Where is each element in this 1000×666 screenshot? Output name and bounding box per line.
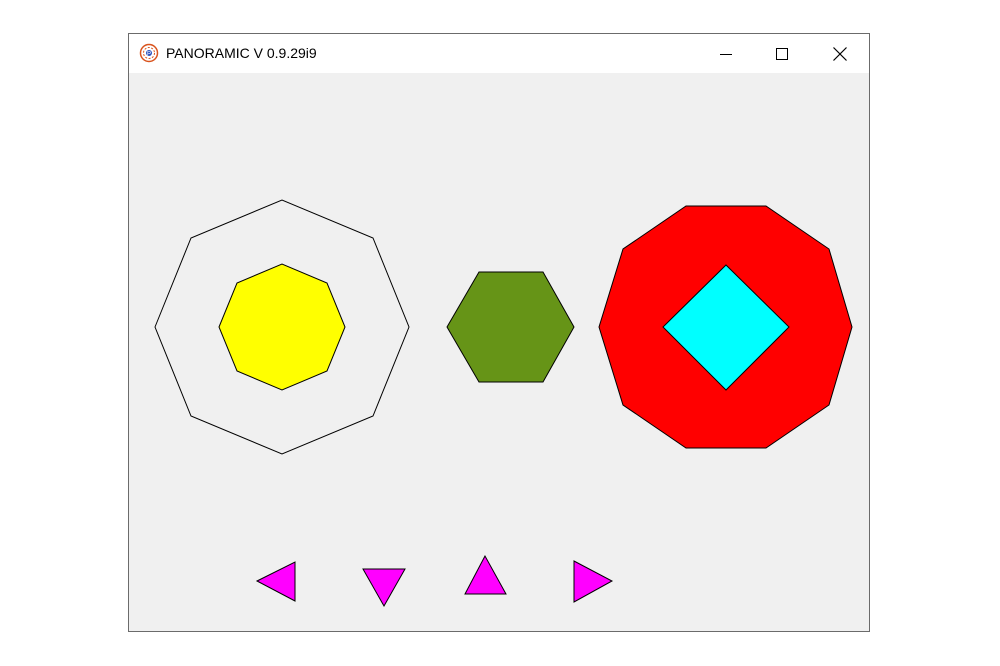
minimize-icon xyxy=(720,53,732,55)
title-bar[interactable]: P PANORAMIC V 0.9.29i9 xyxy=(129,34,869,73)
close-icon xyxy=(833,46,847,61)
drawing-canvas xyxy=(154,199,853,608)
client-area xyxy=(129,73,869,631)
maximize-button[interactable] xyxy=(759,34,805,73)
close-button[interactable] xyxy=(817,34,863,73)
down-arrow-icon[interactable] xyxy=(362,568,406,608)
inner-octagon-shape xyxy=(218,263,346,391)
up-arrow-icon[interactable] xyxy=(464,554,507,595)
svg-text:P: P xyxy=(147,52,151,58)
panoramic-app-icon: P xyxy=(139,43,159,63)
window-title: PANORAMIC V 0.9.29i9 xyxy=(166,45,317,61)
left-arrow-icon[interactable] xyxy=(255,561,296,602)
minimize-button[interactable] xyxy=(703,34,749,73)
maximize-icon xyxy=(776,47,788,60)
right-arrow-icon[interactable] xyxy=(573,560,614,603)
green-hexagon-shape xyxy=(446,271,575,383)
app-window: P PANORAMIC V 0.9.29i9 xyxy=(128,33,870,632)
